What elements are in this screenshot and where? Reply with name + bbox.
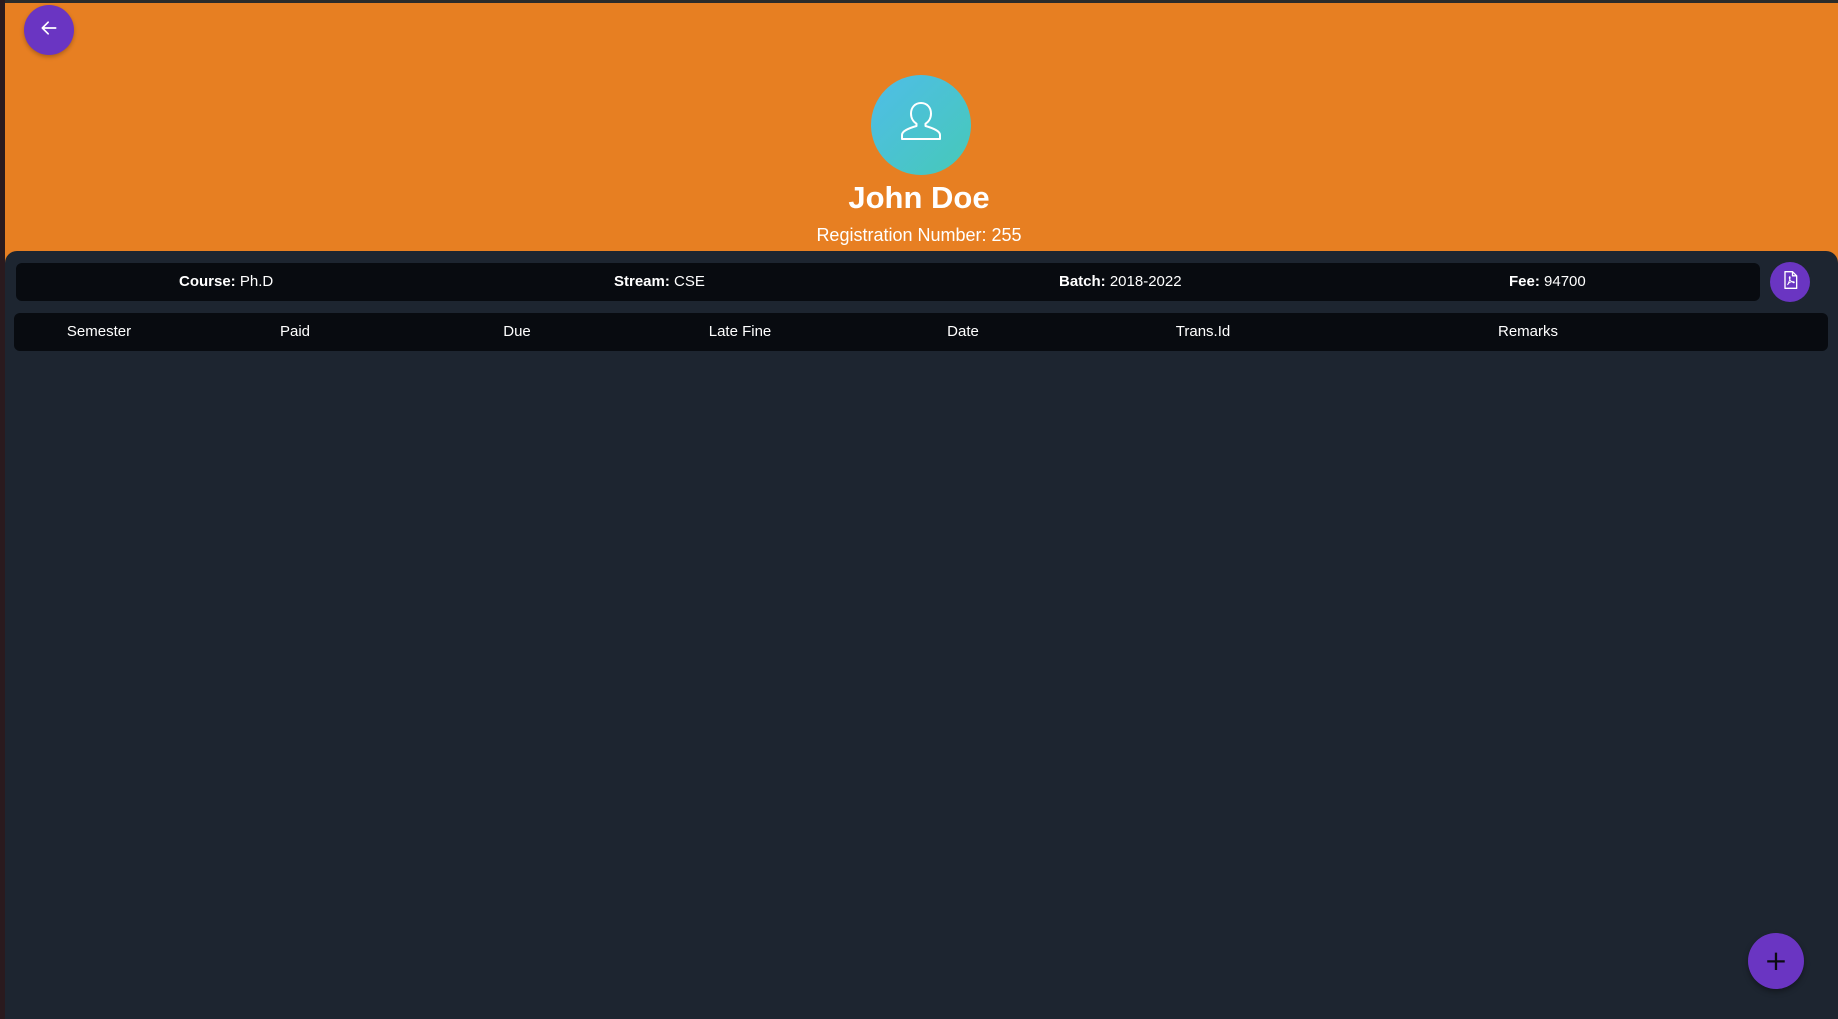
app-window: John Doe Registration Number: 255 Course… [0, 0, 1838, 1019]
fee-value: 94700 [1544, 273, 1586, 290]
fee-table-header: Semester Paid Due Late Fine Date Trans.I… [14, 313, 1828, 351]
column-header-remarks: Remarks [1497, 323, 1559, 340]
stream-label: Stream: [614, 273, 670, 290]
add-payment-button[interactable]: + [1748, 933, 1804, 989]
pdf-file-icon [1780, 270, 1800, 295]
plus-icon: + [1764, 944, 1788, 977]
batch-info: Batch: 2018-2022 [1059, 263, 1182, 301]
column-header-paid: Paid [279, 323, 311, 340]
registration-number: Registration Number: 255 [816, 225, 1022, 245]
stream-info: Stream: CSE [614, 263, 705, 301]
back-button[interactable] [24, 5, 74, 55]
export-pdf-button[interactable] [1770, 262, 1810, 302]
column-header-semester: Semester [66, 323, 132, 340]
arrow-left-icon [39, 18, 59, 43]
course-value: Ph.D [239, 273, 274, 290]
batch-value: 2018-2022 [1109, 273, 1182, 290]
window-left-border [0, 0, 5, 1019]
fee-info: Fee: 94700 [1509, 263, 1586, 301]
batch-label: Batch: [1059, 273, 1106, 290]
course-info: Course: Ph.D [179, 263, 273, 301]
student-name: John Doe [848, 180, 990, 215]
fee-label: Fee: [1509, 273, 1540, 290]
column-header-date: Date [947, 323, 979, 340]
column-header-trans-id: Trans.Id [1175, 323, 1231, 340]
column-header-due: Due [503, 323, 531, 340]
course-label: Course: [179, 273, 236, 290]
avatar [871, 75, 971, 175]
user-outline-icon [893, 95, 949, 156]
stream-value: CSE [674, 273, 705, 290]
column-header-late-fine: Late Fine [708, 323, 772, 340]
details-panel [5, 251, 1838, 1019]
student-info-bar: Course: Ph.D Stream: CSE Batch: 2018-202… [16, 263, 1760, 301]
